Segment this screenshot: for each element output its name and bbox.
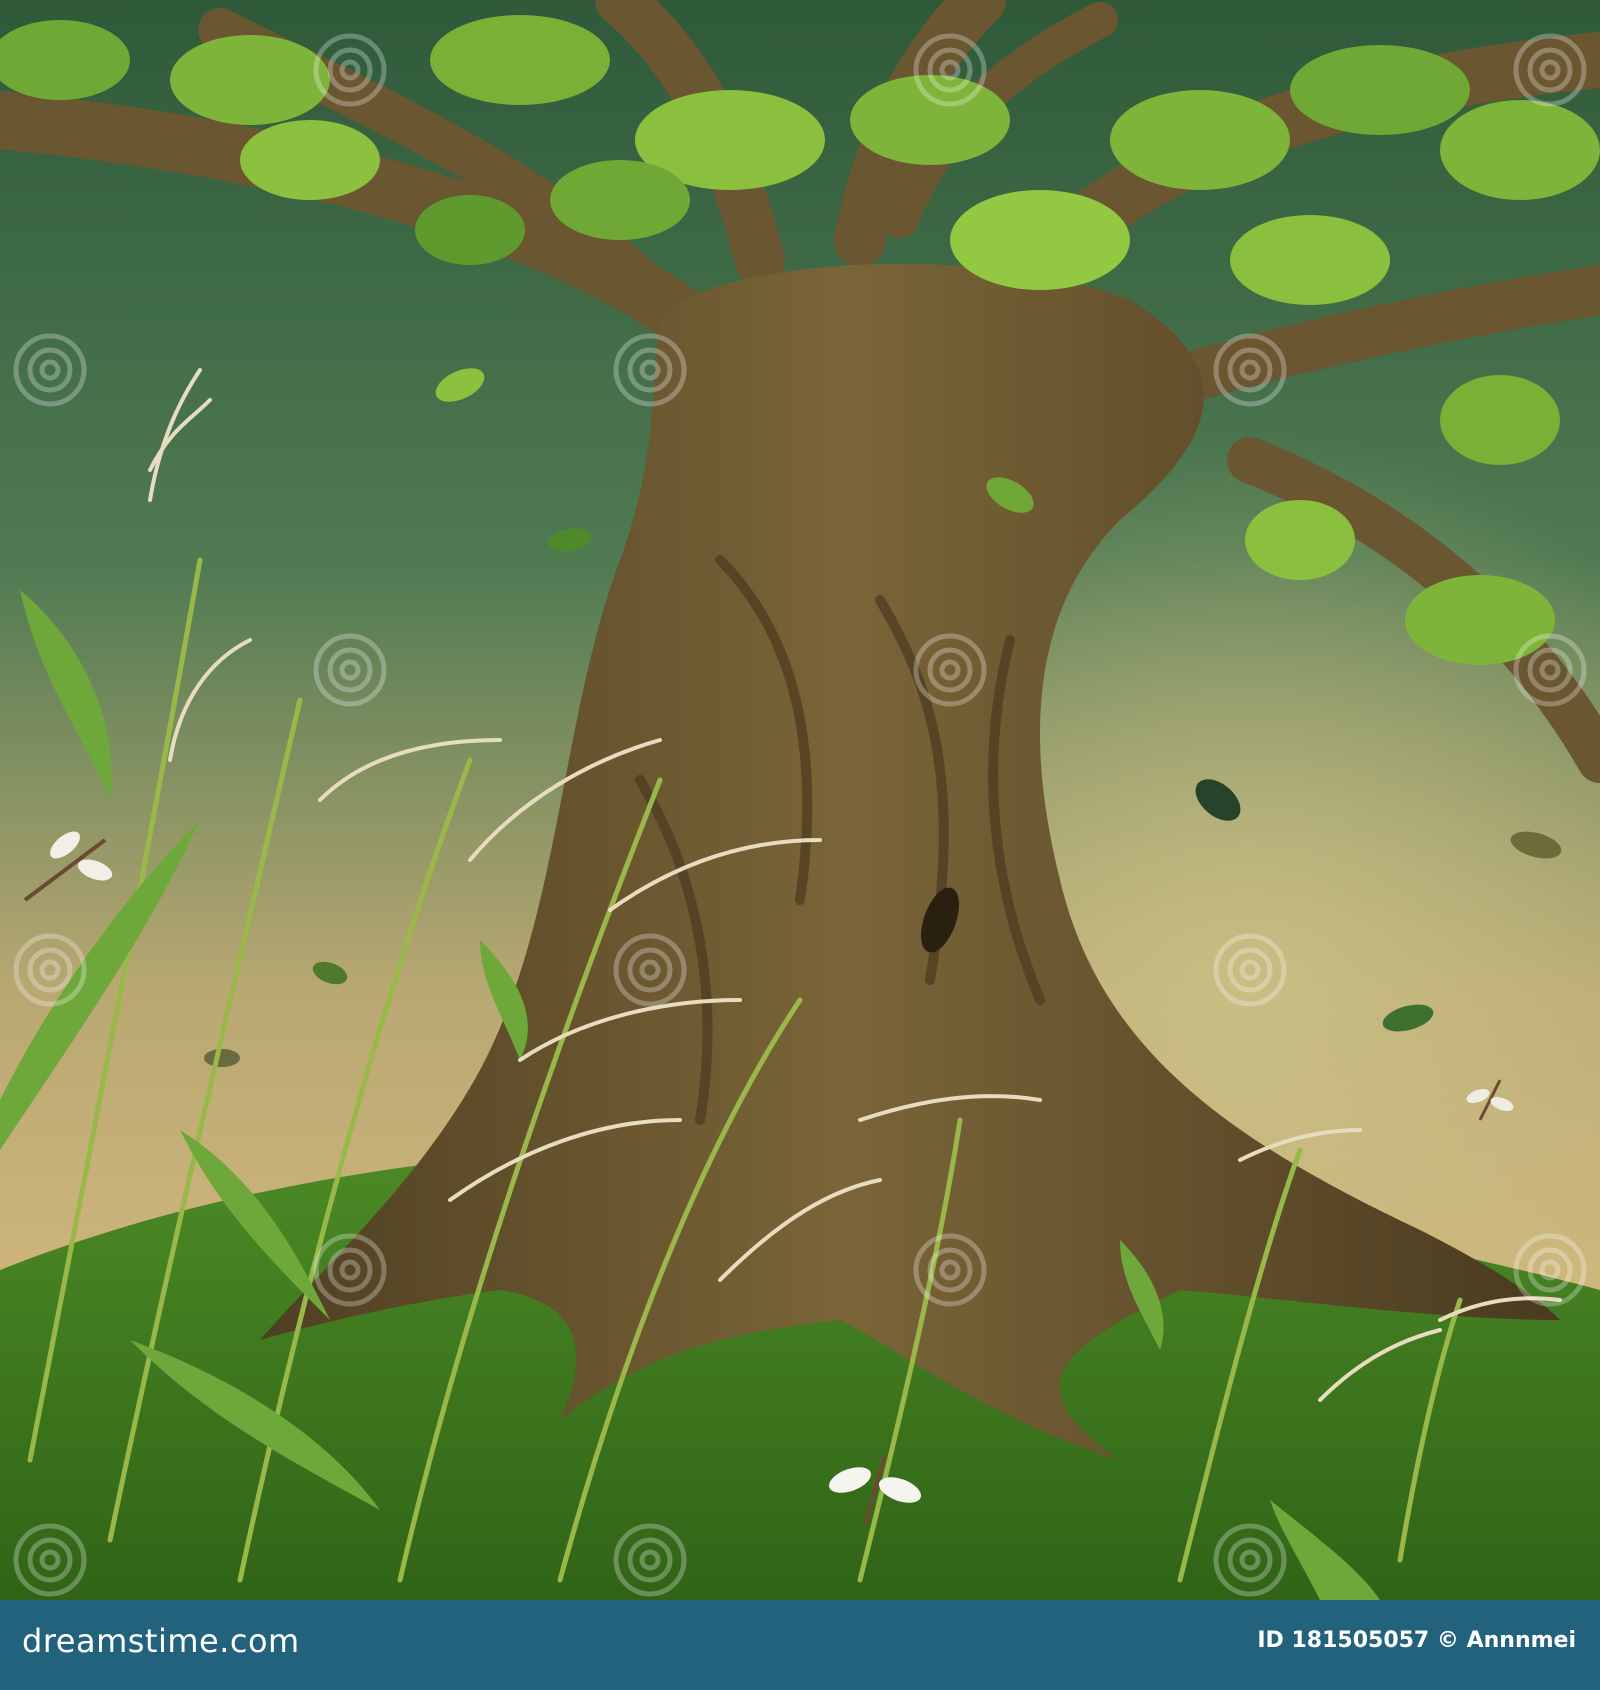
author-name[interactable]: Annnmei <box>1467 1628 1576 1653</box>
illustration <box>0 0 1600 1600</box>
site-logo[interactable]: dreamstime.com <box>22 1622 300 1660</box>
image-meta: ID 181505057 © Annnmei <box>1257 1628 1576 1653</box>
copyright-symbol: © <box>1436 1628 1459 1653</box>
id-value: 181505057 <box>1291 1628 1430 1653</box>
id-label: ID <box>1257 1628 1284 1653</box>
image-frame: dreamstime.com ID 181505057 © Annnmei <box>0 0 1600 1690</box>
footer-bar: dreamstime.com ID 181505057 © Annnmei <box>0 1600 1600 1690</box>
